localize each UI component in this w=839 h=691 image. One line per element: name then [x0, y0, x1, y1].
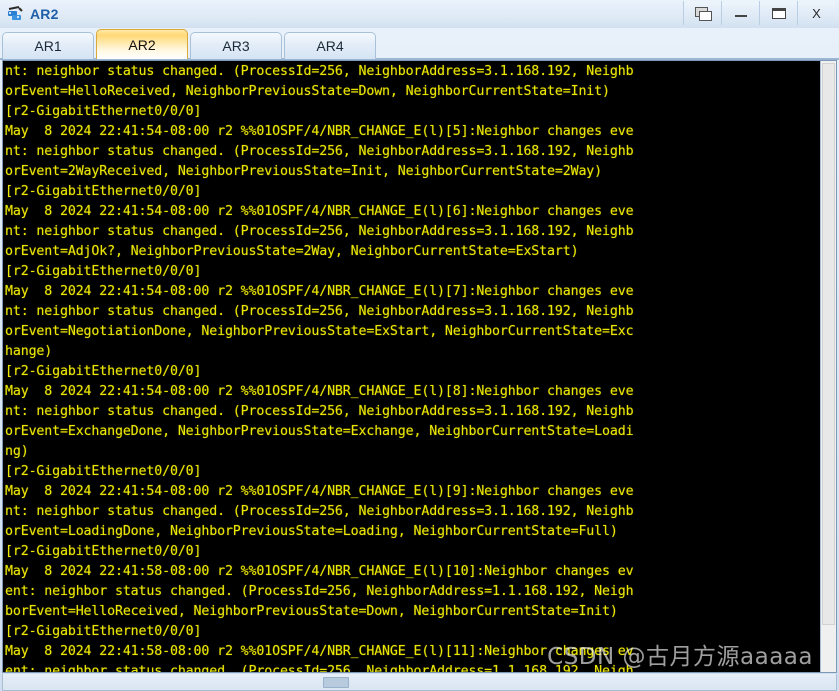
terminal-line: nt: neighbor status changed. (ProcessId=…	[5, 404, 634, 419]
terminal-line: ent: neighbor status changed. (ProcessId…	[5, 664, 634, 672]
tab-ar2[interactable]: AR2	[96, 29, 188, 59]
terminal-panel: nt: neighbor status changed. (ProcessId=…	[2, 60, 837, 673]
tab-strip: AR1 AR2 AR3 AR4	[0, 28, 839, 60]
terminal-line: [r2-GigabitEthernet0/0/0]	[5, 624, 202, 639]
close-icon: X	[812, 5, 821, 21]
terminal-line: borEvent=HelloReceived, NeighborPrevious…	[5, 604, 618, 619]
tab-ar1[interactable]: AR1	[2, 32, 94, 59]
terminal-line: May 8 2024 22:41:58-08:00 r2 %%01OSPF/4/…	[5, 644, 634, 659]
restore-button[interactable]	[683, 1, 721, 25]
terminal-line: [r2-GigabitEthernet0/0/0]	[5, 184, 202, 199]
terminal-line: hange)	[5, 344, 53, 359]
terminal-output[interactable]: nt: neighbor status changed. (ProcessId=…	[3, 61, 820, 672]
terminal-line: May 8 2024 22:41:58-08:00 r2 %%01OSPF/4/…	[5, 564, 634, 579]
vertical-scrollbar[interactable]	[820, 61, 836, 672]
terminal-line: nt: neighbor status changed. (ProcessId=…	[5, 64, 634, 79]
emulator-window: AR2 X AR1 AR2 AR3 AR4 nt: neighbor statu…	[0, 0, 839, 691]
minimize-icon	[734, 15, 747, 17]
horizontal-scrollbar[interactable]	[2, 674, 837, 691]
terminal-line: [r2-GigabitEthernet0/0/0]	[5, 544, 202, 559]
terminal-line: ng)	[5, 444, 29, 459]
terminal-line: orEvent=2WayReceived, NeighborPreviousSt…	[5, 164, 603, 179]
restore-icon	[694, 6, 712, 21]
terminal-line: ent: neighbor status changed. (ProcessId…	[5, 584, 634, 599]
horizontal-scrollbar-thumb[interactable]	[323, 677, 349, 688]
terminal-line: [r2-GigabitEthernet0/0/0]	[5, 264, 202, 279]
terminal-line: nt: neighbor status changed. (ProcessId=…	[5, 224, 634, 239]
title-bar: AR2 X	[0, 0, 839, 28]
terminal-line: [r2-GigabitEthernet0/0/0]	[5, 104, 202, 119]
terminal-line: orEvent=AdjOk?, NeighborPreviousState=2W…	[5, 244, 579, 259]
maximize-button[interactable]	[759, 1, 797, 25]
terminal-line: nt: neighbor status changed. (ProcessId=…	[5, 504, 634, 519]
close-button[interactable]: X	[797, 1, 835, 25]
terminal-line: May 8 2024 22:41:54-08:00 r2 %%01OSPF/4/…	[5, 204, 634, 219]
window-title: AR2	[30, 6, 59, 22]
terminal-line: May 8 2024 22:41:54-08:00 r2 %%01OSPF/4/…	[5, 124, 634, 139]
terminal-line: May 8 2024 22:41:54-08:00 r2 %%01OSPF/4/…	[5, 484, 634, 499]
tab-label: AR4	[316, 38, 344, 54]
tab-label: AR3	[222, 38, 250, 54]
vertical-scrollbar-thumb[interactable]	[822, 63, 835, 626]
router-icon	[6, 5, 26, 23]
tab-ar4[interactable]: AR4	[284, 32, 376, 59]
minimize-button[interactable]	[721, 1, 759, 25]
terminal-line: orEvent=NegotiationDone, NeighborPreviou…	[5, 324, 634, 339]
tab-label: AR1	[34, 38, 62, 54]
terminal-line: May 8 2024 22:41:54-08:00 r2 %%01OSPF/4/…	[5, 384, 634, 399]
terminal-line: May 8 2024 22:41:54-08:00 r2 %%01OSPF/4/…	[5, 284, 634, 299]
terminal-line: orEvent=LoadingDone, NeighborPreviousSta…	[5, 524, 618, 539]
terminal-line: nt: neighbor status changed. (ProcessId=…	[5, 304, 634, 319]
terminal-line: [r2-GigabitEthernet0/0/0]	[5, 364, 202, 379]
window-controls: X	[683, 1, 835, 25]
maximize-icon	[771, 7, 786, 19]
terminal-line: nt: neighbor status changed. (ProcessId=…	[5, 144, 634, 159]
tab-label: AR2	[128, 36, 156, 53]
terminal-line: orEvent=ExchangeDone, NeighborPreviousSt…	[5, 424, 634, 439]
tab-ar3[interactable]: AR3	[190, 32, 282, 59]
terminal-line: orEvent=HelloReceived, NeighborPreviousS…	[5, 84, 610, 99]
terminal-line: [r2-GigabitEthernet0/0/0]	[5, 464, 202, 479]
